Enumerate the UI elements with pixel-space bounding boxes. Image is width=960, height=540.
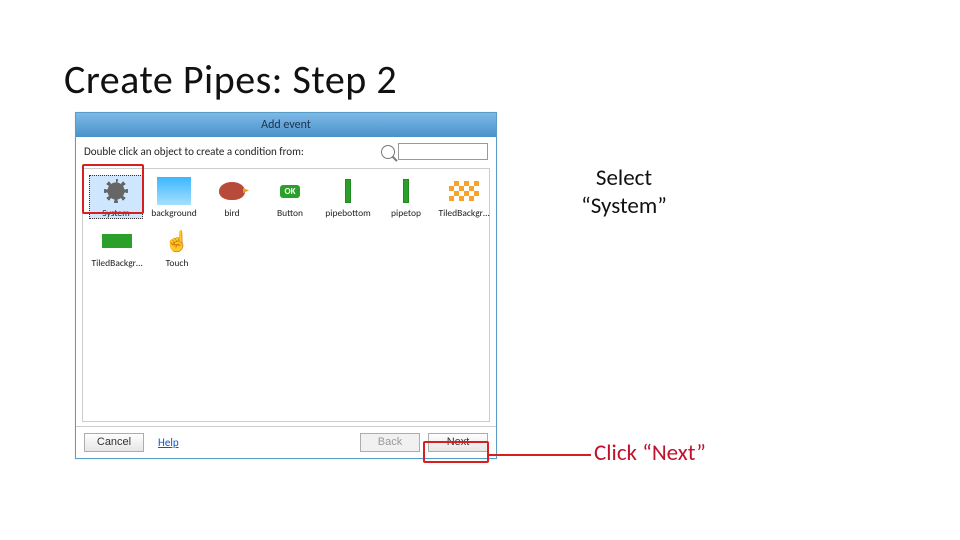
dialog-title: Add event bbox=[261, 118, 311, 132]
callout-select-system: Select “System” bbox=[554, 165, 694, 220]
help-link[interactable]: Help bbox=[158, 436, 179, 449]
search-icon bbox=[381, 145, 395, 159]
callout-click-next-text: Click “Next” bbox=[594, 439, 706, 467]
annotation-line bbox=[489, 454, 591, 456]
object-pipetop[interactable]: pipetop bbox=[379, 175, 433, 219]
object-background[interactable]: background bbox=[147, 175, 201, 219]
object-label: pipetop bbox=[379, 207, 433, 219]
hand-icon: ☝ bbox=[160, 227, 194, 255]
object-bird[interactable]: bird bbox=[205, 175, 259, 219]
object-label: Touch bbox=[150, 257, 204, 269]
object-grid: System background bird OK Button bbox=[82, 168, 490, 422]
object-label: pipebottom bbox=[321, 207, 375, 219]
bird-icon bbox=[215, 177, 249, 205]
dialog-footer: Cancel Help Back Next bbox=[76, 426, 496, 458]
gear-icon bbox=[99, 177, 133, 205]
next-button[interactable]: Next bbox=[428, 433, 488, 452]
tiled-icon bbox=[447, 177, 481, 205]
object-tiledbg2[interactable]: TiledBackgr… bbox=[89, 225, 145, 269]
prompt-row: Double click an object to create a condi… bbox=[76, 137, 496, 164]
object-label: System bbox=[89, 207, 143, 219]
object-grid-wrap: System background bird OK Button bbox=[76, 164, 496, 426]
pipe-icon bbox=[389, 177, 423, 205]
object-tiledbg1[interactable]: TiledBackgr… bbox=[437, 175, 491, 219]
object-label: TiledBackgr… bbox=[437, 207, 491, 219]
object-row-2: TiledBackgr… ☝ Touch bbox=[89, 225, 483, 269]
object-touch[interactable]: ☝ Touch bbox=[149, 225, 205, 269]
cancel-button[interactable]: Cancel bbox=[84, 433, 144, 452]
pipe-icon bbox=[331, 177, 365, 205]
back-button[interactable]: Back bbox=[360, 433, 420, 452]
object-row-1: System background bird OK Button bbox=[89, 175, 483, 219]
object-label: Button bbox=[263, 207, 317, 219]
slide-title: Create Pipes: Step 2 bbox=[64, 55, 397, 104]
object-pipebottom[interactable]: pipebottom bbox=[321, 175, 375, 219]
callout-line2: “System” bbox=[554, 193, 694, 221]
object-label: TiledBackgr… bbox=[90, 257, 144, 269]
search-wrap bbox=[381, 143, 488, 160]
search-input[interactable] bbox=[398, 143, 488, 160]
dialog-titlebar: Add event bbox=[76, 113, 496, 137]
object-label: background bbox=[147, 207, 201, 219]
slide: Create Pipes: Step 2 Add event Double cl… bbox=[0, 0, 960, 540]
greenblock-icon bbox=[100, 227, 134, 255]
prompt-text: Double click an object to create a condi… bbox=[84, 145, 304, 158]
callout-click-next: Click “Next” bbox=[594, 440, 706, 468]
object-button[interactable]: OK Button bbox=[263, 175, 317, 219]
ok-icon: OK bbox=[273, 177, 307, 205]
callout-line1: Select bbox=[554, 165, 694, 193]
sky-icon bbox=[157, 177, 191, 205]
add-event-dialog: Add event Double click an object to crea… bbox=[75, 112, 497, 459]
object-system[interactable]: System bbox=[89, 175, 143, 219]
object-label: bird bbox=[205, 207, 259, 219]
